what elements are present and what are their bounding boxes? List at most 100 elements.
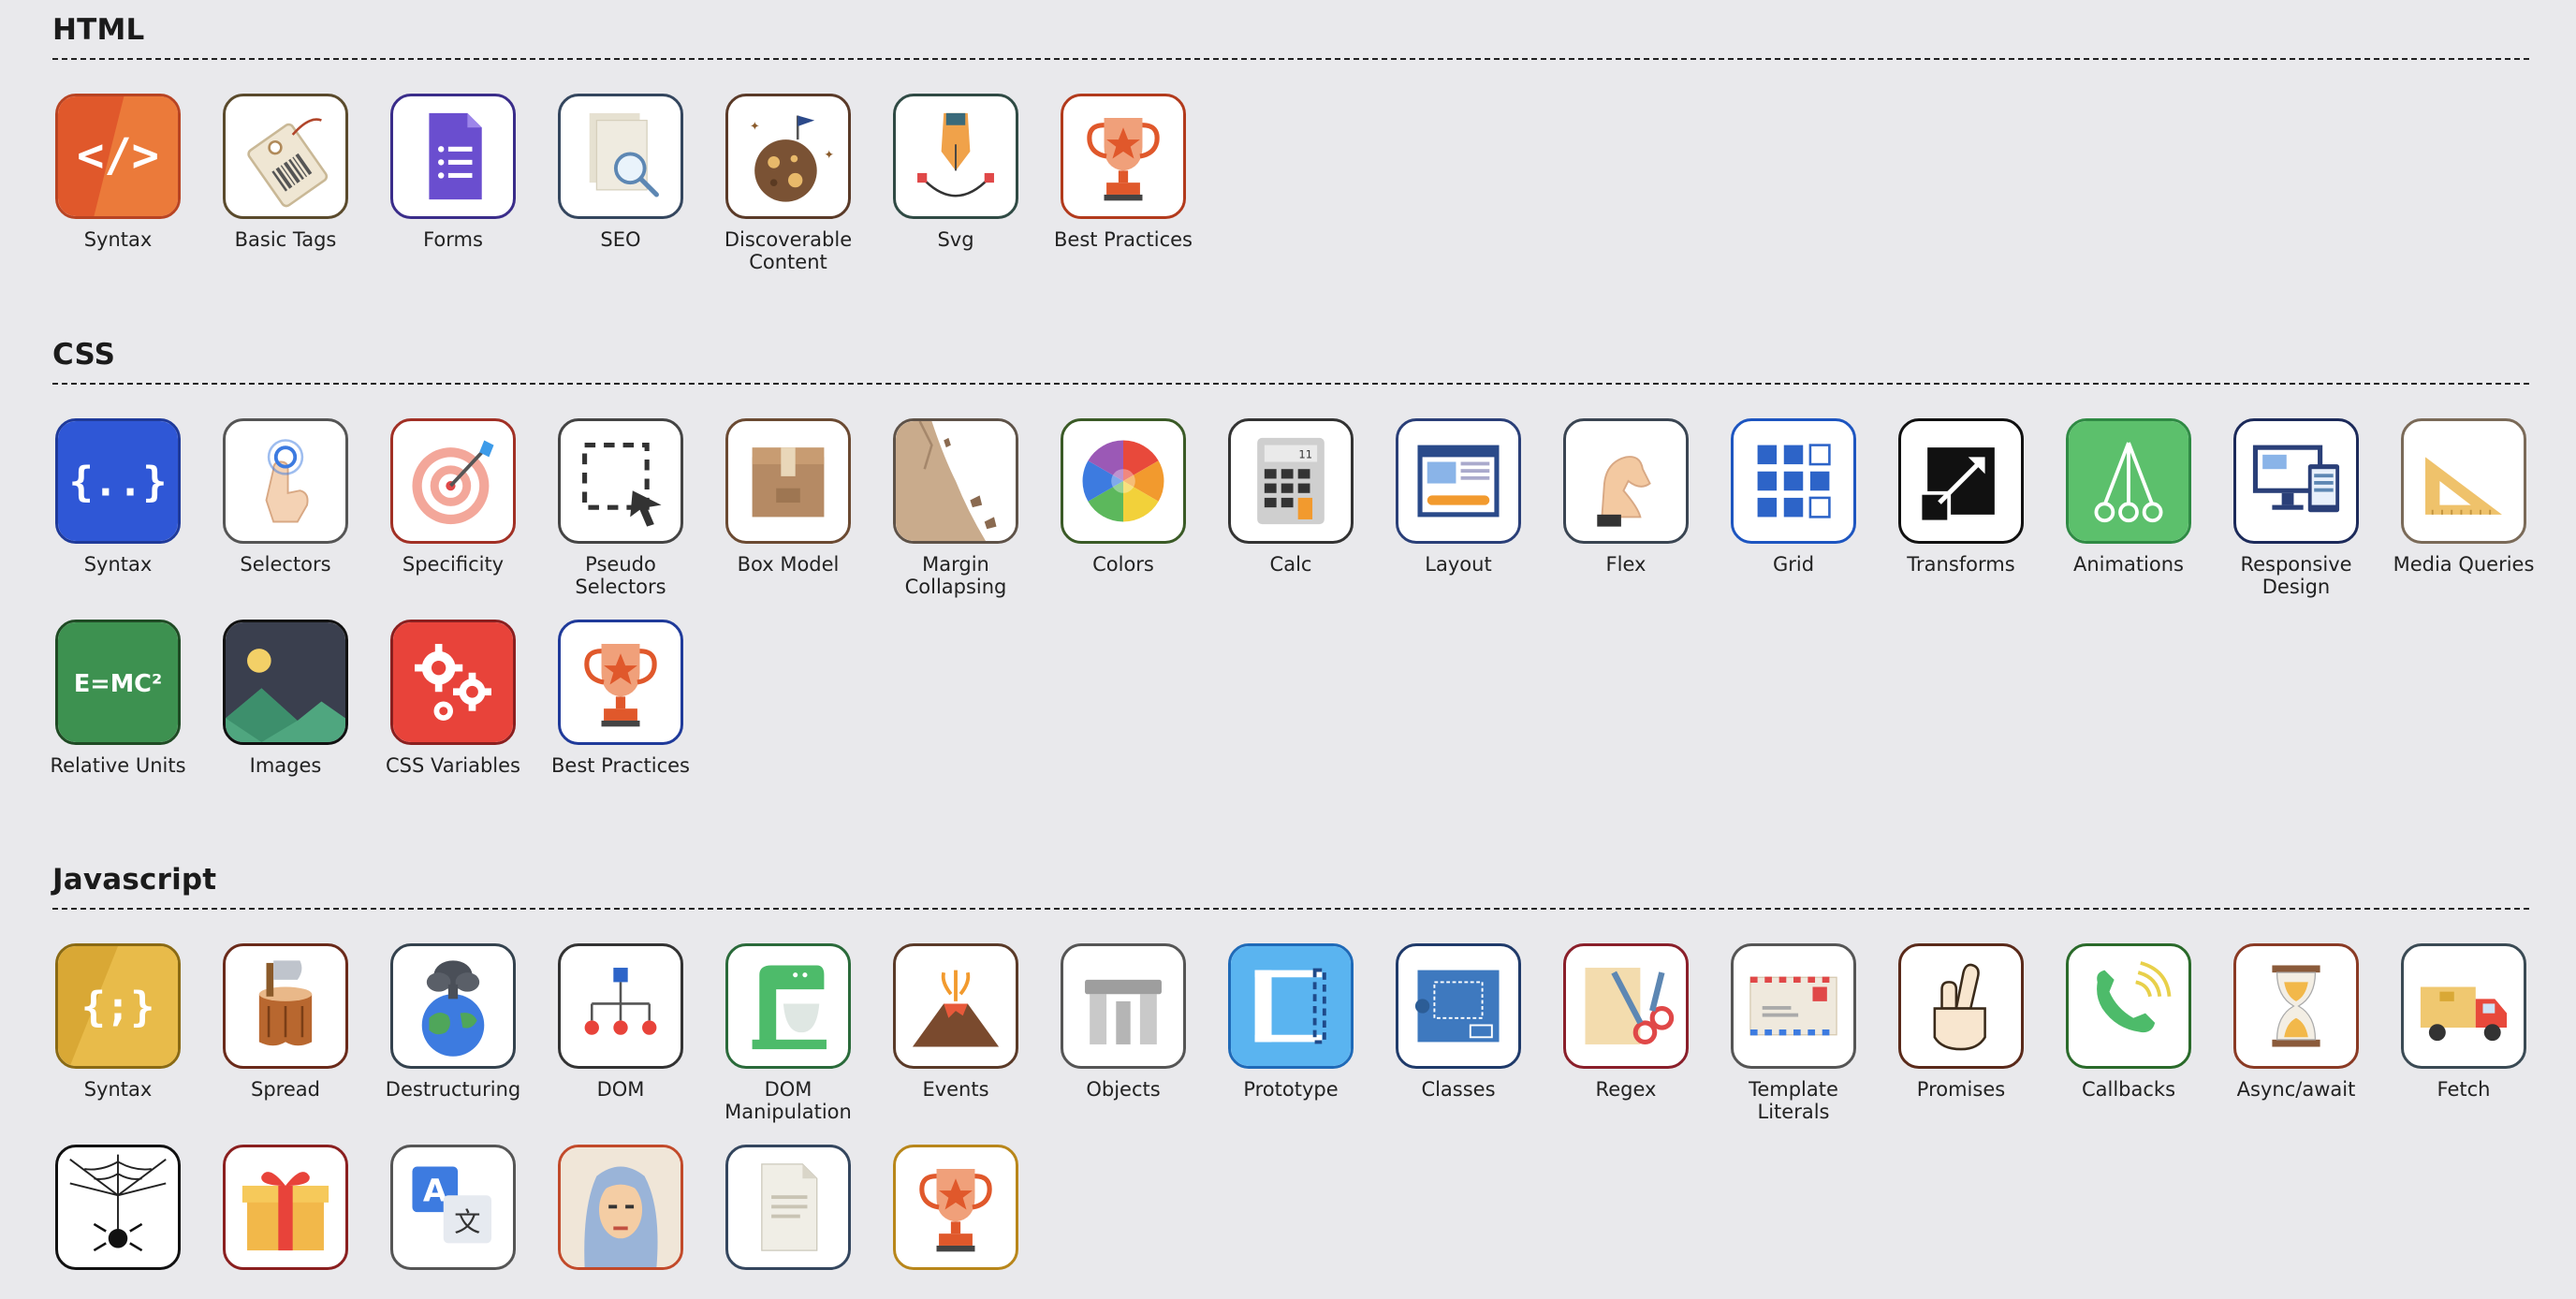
topic-card-forms[interactable]: Forms [388,94,519,273]
topic-card-template-literals[interactable]: Template Literals [1728,943,1859,1123]
topic-card-layout[interactable]: Layout [1393,418,1524,598]
topic-card-syntax[interactable]: </> Syntax [52,94,183,273]
topic-card-best-practices[interactable]: Best Practices [551,620,690,777]
emc2-chalkboard-icon[interactable]: E=MC² [55,620,181,745]
gift-box-icon[interactable] [223,1145,348,1270]
branching-nodes-icon[interactable] [2066,418,2191,544]
topic-card-box-model[interactable]: Box Model [723,418,854,598]
topic-card-flex[interactable]: Flex [1560,418,1691,598]
topic-card-responsive-design[interactable]: Responsive Design [2231,418,2362,598]
prototype-frame-icon[interactable] [1228,943,1354,1069]
topic-label: Grid [1772,553,1815,576]
devices-icon[interactable] [2233,418,2359,544]
target-icon[interactable] [390,418,516,544]
code-brackets-icon[interactable]: </> [55,94,181,219]
volcano-icon[interactable] [893,943,1018,1069]
set-square-icon[interactable] [2401,418,2526,544]
paper-document-icon[interactable] [725,1145,851,1270]
trophy-icon[interactable] [893,1145,1018,1270]
selection-cursor-icon[interactable] [558,418,683,544]
color-wheel-icon[interactable] [1061,418,1186,544]
topic-card-syntax[interactable]: {;} Syntax [52,943,183,1123]
gears-icon[interactable] [390,620,516,745]
topic-card-dom[interactable]: DOM [555,943,686,1123]
topic-card-objects[interactable]: Objects [1058,943,1189,1123]
curly-semicolon-icon[interactable]: {;} [55,943,181,1069]
expand-arrow-icon[interactable] [1898,418,2024,544]
topic-card-dom-manipulation[interactable]: DOM Manipulation [723,943,854,1123]
topic-card-animations[interactable]: Animations [2063,418,2194,598]
trophy-icon[interactable] [1061,94,1186,219]
woman-portrait-icon[interactable] [558,1145,683,1270]
topic-card-selectors[interactable]: Selectors [220,418,351,598]
curly-braces-icon[interactable]: {..} [55,418,181,544]
topic-card-css-variables[interactable]: CSS Variables [386,620,520,777]
topic-card-best-practices[interactable]: Best Practices [1054,94,1193,273]
delivery-truck-icon[interactable] [2401,943,2526,1069]
topic-card[interactable] [555,1145,686,1270]
topic-card[interactable] [220,1145,351,1270]
magnifier-document-icon[interactable] [558,94,683,219]
calculator-icon[interactable]: 11 [1228,418,1354,544]
cardboard-box-icon[interactable] [725,418,851,544]
topic-card-seo[interactable]: SEO [555,94,686,273]
topic-card[interactable] [52,1145,183,1270]
stand-mixer-icon[interactable] [725,943,851,1069]
hourglass-icon[interactable] [2233,943,2359,1069]
crossed-fingers-icon[interactable] [1898,943,2024,1069]
scissors-icon[interactable] [1563,943,1689,1069]
axe-stump-icon[interactable] [223,943,348,1069]
envelope-icon[interactable] [1731,943,1856,1069]
ringing-phone-icon[interactable] [2066,943,2191,1069]
topic-card-callbacks[interactable]: Callbacks [2063,943,2194,1123]
trophy-icon[interactable] [558,620,683,745]
topic-card-spread[interactable]: Spread [220,943,351,1123]
topic-card[interactable] [890,1145,1021,1270]
topic-card-destructuring[interactable]: Destructuring [386,943,520,1123]
pen-nib-icon[interactable] [893,94,1018,219]
topic-card-images[interactable]: Images [220,620,351,777]
topic-card-calc[interactable]: 11 Calc [1225,418,1356,598]
topic-card-svg[interactable]: Svg [890,94,1021,273]
topic-label: DOM Manipulation [724,1078,852,1123]
topic-card-promises[interactable]: Promises [1895,943,2027,1123]
landscape-image-icon[interactable] [223,620,348,745]
stonehenge-icon[interactable] [1061,943,1186,1069]
topic-label: Callbacks [2081,1078,2176,1101]
web-layout-icon[interactable] [1396,418,1521,544]
topic-card-media-queries[interactable]: Media Queries [2393,418,2534,598]
topic-card-syntax[interactable]: {..} Syntax [52,418,183,598]
topic-card-fetch[interactable]: Fetch [2398,943,2529,1123]
blueprint-icon[interactable] [1396,943,1521,1069]
topic-card-basic-tags[interactable]: Basic Tags [220,94,351,273]
spider-web-icon[interactable] [55,1145,181,1270]
topic-card-transforms[interactable]: Transforms [1895,418,2027,598]
exploding-earth-icon[interactable] [390,943,516,1069]
tree-hierarchy-icon[interactable] [558,943,683,1069]
svg-text:11: 11 [1298,448,1312,461]
pointing-hand-icon[interactable] [223,418,348,544]
topic-card-classes[interactable]: Classes [1393,943,1524,1123]
topic-label: Images [249,754,322,777]
topic-card-relative-units[interactable]: E=MC² Relative Units [50,620,186,777]
grid-squares-icon[interactable] [1731,418,1856,544]
topic-card-colors[interactable]: Colors [1058,418,1189,598]
topic-card[interactable]: A文 [388,1145,519,1270]
topic-card-specificity[interactable]: Specificity [388,418,519,598]
topic-card-async/await[interactable]: Async/await [2231,943,2362,1123]
price-tag-icon[interactable] [223,94,348,219]
topic-card-prototype[interactable]: Prototype [1225,943,1356,1123]
topic-card-events[interactable]: Events [890,943,1021,1123]
section-divider [52,383,2529,385]
cliff-icon[interactable] [893,418,1018,544]
translate-icon[interactable]: A文 [390,1145,516,1270]
topic-card-pseudo-selectors[interactable]: Pseudo Selectors [555,418,686,598]
topic-card[interactable] [723,1145,854,1270]
topic-card-margin-collapsing[interactable]: Margin Collapsing [890,418,1021,598]
topic-card-discoverable-content[interactable]: ✦ ✦ Discoverable Content [723,94,854,273]
topic-card-grid[interactable]: Grid [1728,418,1859,598]
form-document-icon[interactable] [390,94,516,219]
topic-card-regex[interactable]: Regex [1560,943,1691,1123]
flexed-arm-icon[interactable] [1563,418,1689,544]
planet-flag-icon[interactable]: ✦ ✦ [725,94,851,219]
